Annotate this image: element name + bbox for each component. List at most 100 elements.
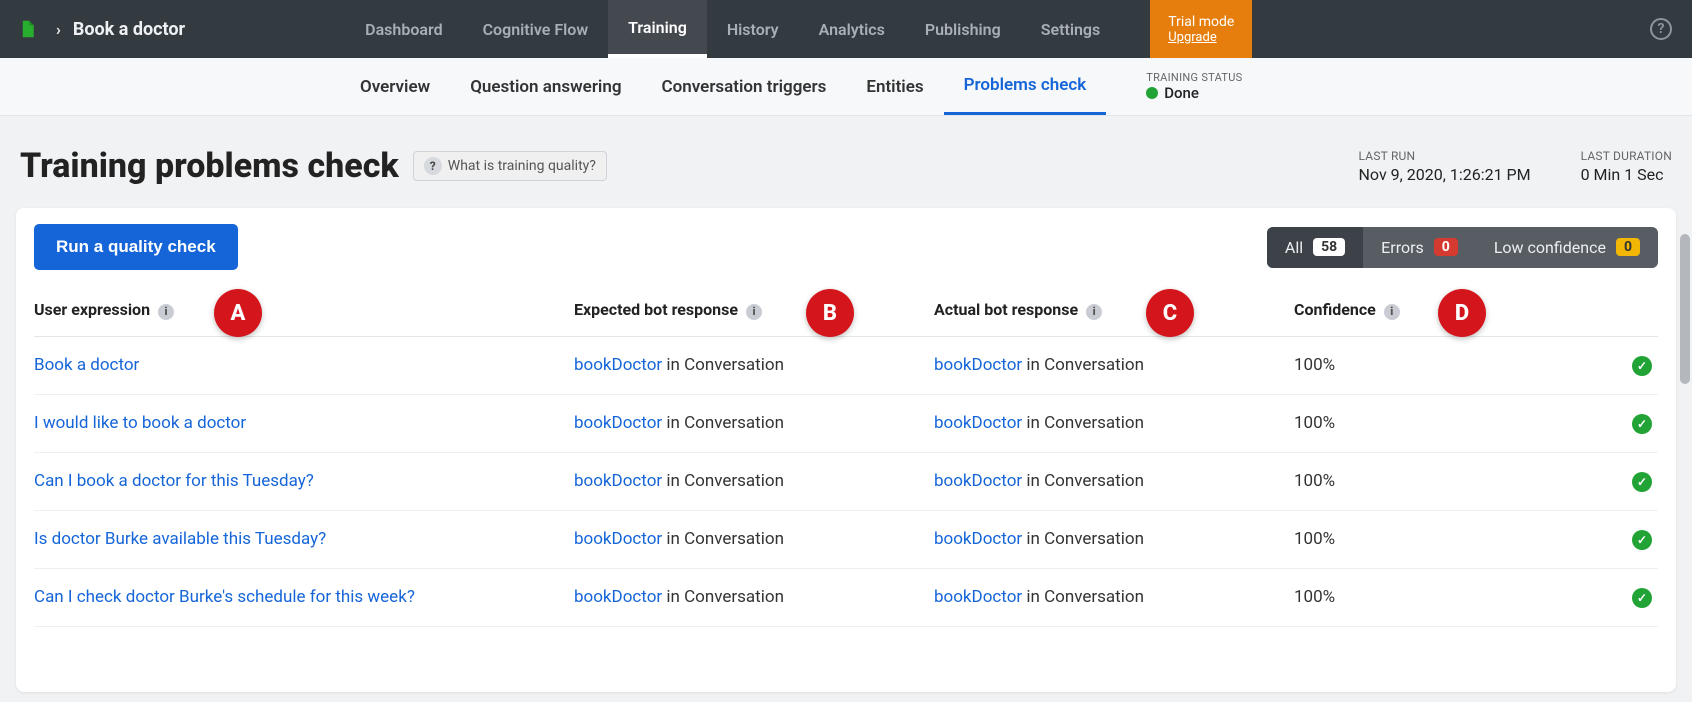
subnav-overview[interactable]: Overview [340, 58, 450, 115]
card-head: Run a quality check All 58 Errors 0 Low … [16, 224, 1676, 286]
info-icon[interactable]: i [1086, 304, 1102, 320]
top-nav-training[interactable]: Training [608, 0, 707, 58]
help-chip-label: What is training quality? [448, 158, 596, 174]
expected-intent-link[interactable]: bookDoctor [574, 355, 662, 375]
topbar: › Book a doctor Dashboard Cognitive Flow… [0, 0, 1692, 58]
confidence-value: 100% [1294, 336, 1474, 394]
last-duration-meta: LAST DURATION 0 Min 1 Sec [1581, 149, 1672, 184]
expected-intent-link[interactable]: bookDoctor [574, 471, 662, 491]
last-run-value: Nov 9, 2020, 1:26:21 PM [1359, 165, 1531, 184]
annotation-c: C [1146, 289, 1194, 337]
col-user-expression: User expression [34, 300, 150, 319]
table-row: Can I check doctor Burke's schedule for … [34, 568, 1658, 626]
expected-context: in Conversation [662, 355, 784, 375]
actual-context: in Conversation [1022, 587, 1144, 607]
subnav-entities[interactable]: Entities [846, 58, 943, 115]
last-run-label: LAST RUN [1359, 149, 1531, 163]
user-expression-link[interactable]: I would like to book a doctor [34, 413, 246, 433]
filter-lowconf-count-badge: 0 [1616, 238, 1640, 256]
top-nav-publishing[interactable]: Publishing [905, 0, 1021, 58]
expected-intent-link[interactable]: bookDoctor [574, 413, 662, 433]
page-header: Training problems check ? What is traini… [0, 116, 1692, 208]
filter-tab-all[interactable]: All 58 [1267, 227, 1363, 268]
question-icon: ? [424, 157, 442, 175]
expected-context: in Conversation [662, 529, 784, 549]
filter-all-label: All [1285, 238, 1303, 257]
actual-intent-link[interactable]: bookDoctor [934, 471, 1022, 491]
actual-intent-link[interactable]: bookDoctor [934, 587, 1022, 607]
filter-lowconf-label: Low confidence [1494, 238, 1606, 257]
confidence-value: 100% [1294, 510, 1474, 568]
subnav-question-answering[interactable]: Question answering [450, 58, 641, 115]
confidence-value: 100% [1294, 568, 1474, 626]
expected-intent-link[interactable]: bookDoctor [574, 529, 662, 549]
actual-intent-link[interactable]: bookDoctor [934, 413, 1022, 433]
top-nav-history[interactable]: History [707, 0, 799, 58]
filter-tab-errors[interactable]: Errors 0 [1363, 227, 1476, 268]
chevron-right-icon: › [56, 20, 61, 39]
actual-context: in Conversation [1022, 471, 1144, 491]
user-expression-link[interactable]: Can I book a doctor for this Tuesday? [34, 471, 314, 491]
training-quality-help-button[interactable]: ? What is training quality? [413, 151, 607, 181]
app-title[interactable]: Book a doctor [73, 19, 185, 40]
results-card: Run a quality check All 58 Errors 0 Low … [16, 208, 1676, 692]
brand-logo-icon [20, 18, 42, 40]
top-nav-settings[interactable]: Settings [1021, 0, 1121, 58]
help-icon[interactable]: ? [1650, 18, 1672, 40]
filter-tab-low-confidence[interactable]: Low confidence 0 [1476, 227, 1658, 268]
last-duration-label: LAST DURATION [1581, 149, 1672, 163]
annotation-a: A [214, 289, 262, 337]
actual-context: in Conversation [1022, 355, 1144, 375]
upgrade-link[interactable]: Upgrade [1168, 30, 1234, 45]
user-expression-link[interactable]: Book a doctor [34, 355, 139, 375]
confidence-value: 100% [1294, 452, 1474, 510]
annotation-d: D [1438, 289, 1486, 337]
expected-intent-link[interactable]: bookDoctor [574, 587, 662, 607]
actual-intent-link[interactable]: bookDoctor [934, 355, 1022, 375]
subnav-problems-check[interactable]: Problems check [944, 58, 1107, 115]
page-title: Training problems check [20, 146, 399, 186]
results-table: User expression i Expected bot response … [34, 286, 1658, 627]
last-run-meta: LAST RUN Nov 9, 2020, 1:26:21 PM [1359, 149, 1531, 184]
table-row: Is doctor Burke available this Tuesday? b… [34, 510, 1658, 568]
filter-all-count-badge: 58 [1313, 238, 1345, 256]
check-circle-icon: ✓ [1632, 414, 1652, 434]
check-circle-icon: ✓ [1632, 530, 1652, 550]
training-status-value: Done [1164, 84, 1199, 102]
col-actual: Actual bot response [934, 300, 1078, 319]
subnav-conversation-triggers[interactable]: Conversation triggers [642, 58, 847, 115]
check-circle-icon: ✓ [1632, 588, 1652, 608]
user-expression-link[interactable]: Is doctor Burke available this Tuesday? [34, 529, 326, 549]
info-icon[interactable]: i [1384, 304, 1400, 320]
confidence-value: 100% [1294, 394, 1474, 452]
user-expression-link[interactable]: Can I check doctor Burke's schedule for … [34, 587, 415, 607]
info-icon[interactable]: i [158, 304, 174, 320]
top-nav: Dashboard Cognitive Flow Training Histor… [345, 0, 1120, 58]
expected-context: in Conversation [662, 413, 784, 433]
actual-intent-link[interactable]: bookDoctor [934, 529, 1022, 549]
filter-tabs: All 58 Errors 0 Low confidence 0 [1267, 227, 1658, 268]
results-table-wrap: A B C D User expression i Expected bot r… [16, 286, 1676, 627]
table-row: Can I book a doctor for this Tuesday? boo… [34, 452, 1658, 510]
top-nav-analytics[interactable]: Analytics [799, 0, 905, 58]
training-status: TRAINING STATUS Done [1146, 71, 1242, 102]
info-icon[interactable]: i [746, 304, 762, 320]
trial-mode-box: Trial mode Upgrade [1150, 0, 1252, 58]
table-row: Book a doctorbookDoctor in Conversationb… [34, 336, 1658, 394]
run-quality-check-button[interactable]: Run a quality check [34, 224, 238, 270]
status-dot-green-icon [1146, 87, 1158, 99]
last-duration-value: 0 Min 1 Sec [1581, 165, 1672, 184]
col-confidence: Confidence [1294, 300, 1376, 319]
filter-errors-label: Errors [1381, 238, 1424, 257]
scrollbar[interactable] [1680, 234, 1690, 384]
top-nav-cognitive-flow[interactable]: Cognitive Flow [463, 0, 609, 58]
check-circle-icon: ✓ [1632, 472, 1652, 492]
actual-context: in Conversation [1022, 413, 1144, 433]
expected-context: in Conversation [662, 471, 784, 491]
expected-context: in Conversation [662, 587, 784, 607]
top-nav-dashboard[interactable]: Dashboard [345, 0, 462, 58]
check-circle-icon: ✓ [1632, 356, 1652, 376]
col-expected: Expected bot response [574, 300, 738, 319]
annotation-b: B [806, 289, 854, 337]
trial-label: Trial mode [1168, 14, 1234, 30]
